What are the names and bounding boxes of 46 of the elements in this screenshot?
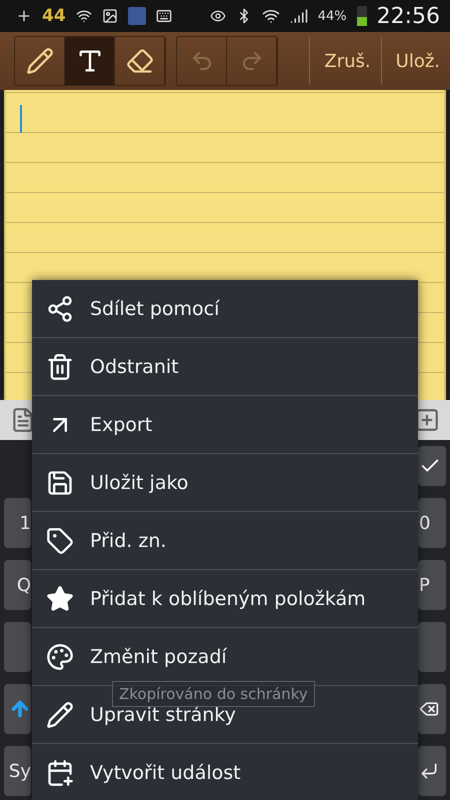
wifi-icon [76, 8, 92, 24]
clock: 22:56 [376, 4, 440, 28]
toast-message: Zkopírováno do schránky [112, 681, 315, 707]
social-app-icon [128, 7, 146, 25]
menu-item[interactable]: Změnit pozadí [32, 627, 418, 685]
battery-percent: 44% [318, 8, 347, 24]
keyboard-key[interactable]: P [418, 560, 446, 610]
notification-count: 44 [42, 6, 66, 26]
menu-item[interactable]: Sdílet pomocí [32, 280, 418, 337]
trash-icon [46, 352, 74, 380]
signal-icon [290, 7, 308, 25]
calendar-icon [46, 758, 74, 786]
keyboard-key[interactable]: Sy [4, 746, 31, 796]
palette-icon [46, 642, 74, 670]
share-icon [46, 294, 74, 322]
toolbar-action-button[interactable]: Zruš. [309, 37, 381, 85]
keyboard-key[interactable]: Q [4, 560, 31, 610]
save-icon [46, 468, 74, 496]
eraser-icon [126, 47, 154, 75]
menu-item[interactable]: Přid. zn. [32, 511, 418, 569]
menu-item[interactable]: Uložit jako [32, 453, 418, 511]
enter-icon [419, 761, 439, 781]
shift-icon [9, 698, 31, 720]
wifi-icon [262, 7, 280, 25]
keyboard-key[interactable]: 1 [4, 498, 31, 548]
keyboard-key[interactable]: 0 [418, 498, 446, 548]
backspace-key[interactable] [418, 684, 446, 734]
toolbar-action-button[interactable]: Ulož. [380, 37, 450, 85]
keyboard-icon [156, 8, 172, 24]
menu-item[interactable]: Vytvořit událost [32, 743, 418, 800]
menu-item[interactable]: Export [32, 395, 418, 453]
enter-key[interactable] [418, 746, 446, 796]
star-icon [46, 584, 74, 612]
add-notification-icon [16, 8, 32, 24]
text-tool-button[interactable] [65, 37, 115, 85]
eye-icon [210, 8, 226, 24]
menu-item[interactable]: Přidat k oblíbeným položkám [32, 569, 418, 627]
text-cursor [20, 105, 22, 133]
image-icon [102, 8, 118, 24]
pen-icon [26, 47, 54, 75]
done-key[interactable] [418, 446, 446, 486]
shift-key[interactable] [4, 684, 31, 734]
pencil-icon [46, 700, 74, 728]
tag-icon [46, 526, 74, 554]
menu-item[interactable]: Odstranit [32, 337, 418, 395]
battery-icon [356, 6, 367, 26]
